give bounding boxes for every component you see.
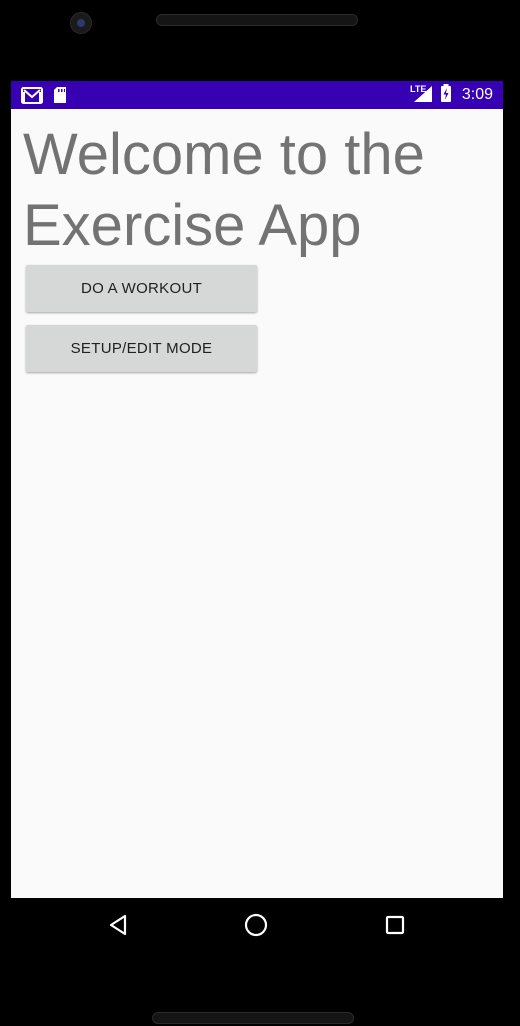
main-content: Welcome to the Exercise App DO A WORKOUT… (11, 109, 503, 898)
lte-signal-icon: LTE (410, 83, 434, 108)
recents-icon (384, 914, 406, 941)
battery-charging-icon (440, 83, 452, 108)
front-camera (70, 12, 92, 34)
do-a-workout-button[interactable]: DO A WORKOUT (26, 265, 257, 312)
device-frame: LTE 3:09 Welcome to the Exercise App DO … (0, 0, 520, 1026)
screen: LTE 3:09 Welcome to the Exercise App DO … (11, 81, 503, 898)
network-type-label: LTE (410, 84, 426, 94)
gmail-notification-icon (21, 86, 43, 109)
back-icon (107, 913, 129, 942)
back-button[interactable] (101, 910, 135, 944)
page-title: Welcome to the Exercise App (23, 122, 425, 258)
status-bar: LTE 3:09 (11, 81, 503, 109)
notification-icons (21, 86, 67, 109)
navigation-bar (11, 898, 503, 956)
home-button[interactable] (239, 910, 273, 944)
bottom-speaker (152, 1012, 354, 1024)
system-status-icons: LTE 3:09 (410, 83, 493, 108)
top-speaker (156, 14, 358, 26)
sd-card-icon (53, 86, 67, 109)
status-clock: 3:09 (461, 86, 493, 103)
recents-button[interactable] (378, 910, 412, 944)
home-icon (243, 912, 269, 943)
setup-edit-mode-button[interactable]: SETUP/EDIT MODE (26, 325, 257, 372)
